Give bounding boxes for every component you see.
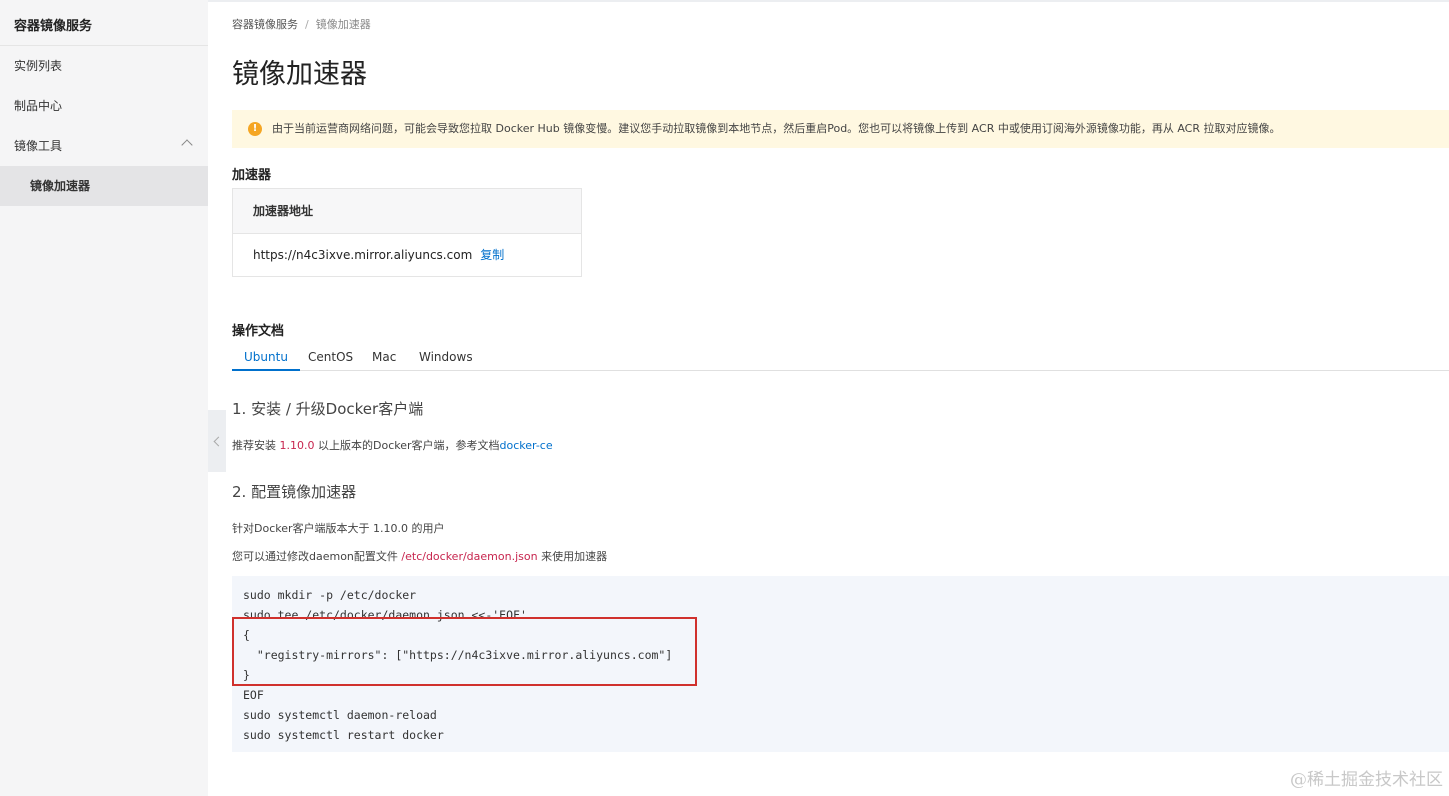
os-tabs: Ubuntu CentOS Mac Windows (232, 346, 1449, 371)
step1-version: 1.10.0 (279, 439, 315, 452)
sidebar-item-label: 镜像工具 (14, 139, 63, 153)
breadcrumb-root[interactable]: 容器镜像服务 (232, 18, 298, 31)
highlight-annotation-box (232, 617, 697, 686)
step1-title: 1. 安装 / 升级Docker客户端 (232, 400, 424, 418)
chevron-up-icon[interactable] (181, 139, 193, 151)
watermark: @稀土掘金技术社区 (1290, 770, 1443, 790)
sidebar-item-image-accelerator[interactable]: 镜像加速器 (0, 166, 208, 206)
code-line: sudo mkdir -p /etc/docker (243, 588, 417, 602)
step2-text2-b: 来使用加速器 (537, 550, 608, 563)
code-line: EOF (243, 688, 264, 702)
daemon-json-path: /etc/docker/daemon.json (401, 550, 538, 563)
step2-text2: 您可以通过修改daemon配置文件 /etc/docker/daemon.jso… (232, 548, 607, 564)
sidebar-item-image-tools[interactable]: 镜像工具 (0, 126, 208, 166)
docker-ce-link[interactable]: docker-ce (500, 439, 553, 452)
step2-text2-a: 您可以通过修改daemon配置文件 (232, 550, 402, 563)
accelerator-table: 加速器地址 https://n4c3ixve.mirror.aliyuncs.c… (232, 188, 582, 277)
step1-text-b: 以上版本的Docker客户端，参考文档 (314, 439, 500, 452)
accelerator-url: https://n4c3ixve.mirror.aliyuncs.com (253, 248, 473, 262)
breadcrumb-separator: / (305, 18, 309, 31)
tab-ubuntu[interactable]: Ubuntu (232, 346, 300, 371)
accelerator-section-title: 加速器 (232, 168, 272, 183)
sidebar-item-artifacts[interactable]: 制品中心 (0, 86, 208, 126)
step2-text1: 针对Docker客户端版本大于 1.10.0 的用户 (232, 522, 445, 535)
accelerator-table-header: 加速器地址 (233, 189, 581, 234)
main-content: 容器镜像服务 / 镜像加速器 镜像加速器 ! 由于当前运营商网络问题，可能会导致您拉… (208, 0, 1449, 796)
page-title: 镜像加速器 (232, 59, 367, 90)
sidebar: 容器镜像服务 实例列表 制品中心 镜像工具 镜像加速器 (0, 0, 208, 796)
tab-mac[interactable]: Mac (372, 346, 396, 371)
docs-section-title: 操作文档 (232, 324, 285, 339)
sidebar-title: 容器镜像服务 (0, 0, 208, 46)
breadcrumb: 容器镜像服务 / 镜像加速器 (232, 16, 371, 32)
copy-link[interactable]: 复制 (480, 248, 504, 262)
code-line: sudo systemctl restart docker (243, 728, 444, 742)
sidebar-item-instances[interactable]: 实例列表 (0, 46, 208, 86)
step1-text-a: 推荐安装 (232, 439, 280, 452)
breadcrumb-current: 镜像加速器 (315, 18, 371, 31)
notice-text: 由于当前运营商网络问题，可能会导致您拉取 Docker Hub 镜像变慢。建议您… (272, 122, 1281, 135)
warning-notice: ! 由于当前运营商网络问题，可能会导致您拉取 Docker Hub 镜像变慢。建… (232, 110, 1449, 148)
tab-windows[interactable]: Windows (419, 346, 473, 371)
step1-text: 推荐安装 1.10.0 以上版本的Docker客户端，参考文档docker-ce (232, 437, 553, 453)
accelerator-row: https://n4c3ixve.mirror.aliyuncs.com 复制 (233, 234, 581, 277)
warning-icon: ! (248, 122, 262, 136)
code-line: sudo systemctl daemon-reload (243, 708, 437, 722)
step2-title: 2. 配置镜像加速器 (232, 483, 357, 501)
tab-centos[interactable]: CentOS (308, 346, 353, 371)
